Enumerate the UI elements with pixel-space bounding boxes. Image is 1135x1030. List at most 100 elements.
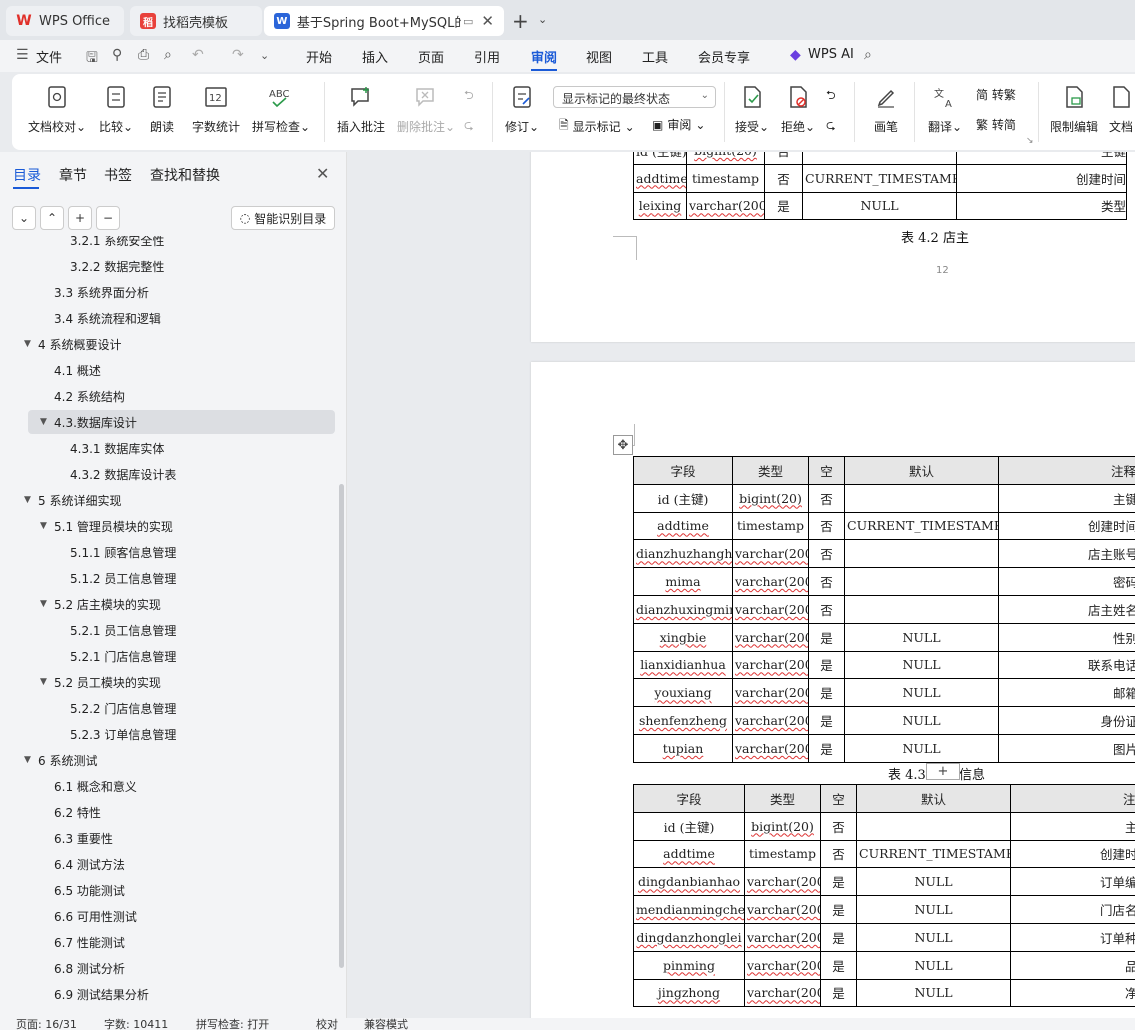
doc-rights-button[interactable]: 文档 <box>1106 84 1135 135</box>
tab-toc[interactable]: 目录 <box>13 165 41 185</box>
toc-item[interactable]: 6.1 概念和意义 <box>54 774 137 798</box>
toc-item[interactable]: 6.7 性能测试 <box>54 930 125 954</box>
toc-item[interactable]: 6.3 重要性 <box>54 826 113 850</box>
expand-arrow-icon[interactable]: ▼ <box>24 495 38 505</box>
toc-item[interactable]: 4.3.1 数据库实体 <box>70 436 164 460</box>
doc-check-button[interactable]: 文档校对⌄ <box>28 84 86 135</box>
show-markup-button[interactable]: 🗎 显示标记 ⌄ <box>559 116 635 137</box>
toc-item[interactable]: 3.2.1 系统安全性 <box>70 236 164 252</box>
add-row-icon[interactable]: + <box>926 763 960 780</box>
document-canvas[interactable]: id (主键)bigint(20)否主键addtimetimestamp否CUR… <box>348 152 1135 1018</box>
tab-chapters[interactable]: 章节 <box>59 165 87 185</box>
read-aloud-button[interactable]: 朗读 <box>146 84 178 135</box>
toc-item[interactable]: ▼ 4 系统概要设计 <box>24 332 121 356</box>
toc-item[interactable]: 4.1 概述 <box>54 358 101 382</box>
word-count-indicator[interactable]: 字数: 10411 <box>104 1018 168 1030</box>
close-icon[interactable]: ✕ <box>316 164 329 183</box>
tab-bookmarks[interactable]: 书签 <box>104 165 132 185</box>
toc-item[interactable]: 3.2.2 数据完整性 <box>70 254 164 278</box>
expand-arrow-icon[interactable]: ▼ <box>24 339 38 349</box>
next-change-icon[interactable]: ⮎ <box>826 116 836 137</box>
toc-item[interactable]: 5.2.3 订单信息管理 <box>70 722 176 746</box>
menu-review[interactable]: 审阅 <box>531 47 557 66</box>
monitor-icon[interactable]: ▭ <box>463 15 473 28</box>
expand-arrow-icon[interactable]: ▼ <box>40 417 54 427</box>
tab-find-replace[interactable]: 查找和替换 <box>150 165 220 185</box>
menu-file[interactable]: 文件 <box>36 47 62 66</box>
tab-document[interactable]: W 基于Spring Boot+MySQL的 ▭ ✕ <box>264 6 504 36</box>
menu-vip[interactable]: 会员专享 <box>698 47 750 66</box>
next-comment-icon[interactable]: ⮎ <box>464 116 474 137</box>
toc-item[interactable]: 3.4 系统流程和逻辑 <box>54 306 161 330</box>
review-pane-button[interactable]: ▣ 审阅 ⌄ <box>652 116 705 133</box>
redo-icon[interactable]: ↷ <box>232 47 244 63</box>
compare-button[interactable]: 比较⌄ <box>96 84 136 135</box>
insert-comment-button[interactable]: 插入批注 <box>334 84 388 135</box>
to-simplified-button[interactable]: 繁 转简 <box>976 116 1016 133</box>
menu-view[interactable]: 视图 <box>586 47 612 66</box>
translate-button[interactable]: 文A 翻译⌄ <box>922 84 968 135</box>
toc-item[interactable]: 5.2.1 门店信息管理 <box>70 644 176 668</box>
prev-change-icon[interactable]: ⮌ <box>826 86 836 107</box>
hamburger-icon[interactable]: ☰ <box>16 47 29 63</box>
spell-check-status[interactable]: 拼写检查: 打开 <box>196 1018 269 1030</box>
add-heading-icon[interactable]: + <box>68 206 92 230</box>
markup-mode-select[interactable]: 显示标记的最终状态 ⌄ <box>553 86 716 108</box>
restrict-edit-button[interactable]: 限制编辑 <box>1046 84 1102 135</box>
chevron-down-icon[interactable]: ⌄ <box>260 49 269 62</box>
toc-item[interactable]: 5.2.2 门店信息管理 <box>70 696 176 720</box>
toc-item[interactable]: 6.4 测试方法 <box>54 852 125 876</box>
word-count-button[interactable]: 12 字数统计 <box>188 84 244 135</box>
toc-item[interactable]: ▼ 6 系统测试 <box>24 748 97 772</box>
toc-item[interactable]: 6.8 测试分析 <box>54 956 125 980</box>
menu-wps-ai[interactable]: WPS AI <box>808 47 854 62</box>
undo-icon[interactable]: ↶ <box>192 47 204 63</box>
toc-item[interactable]: 4.2 系统结构 <box>54 384 125 408</box>
toc-item[interactable]: ▼ 5.2 店主模块的实现 <box>40 592 161 616</box>
toc-item[interactable]: 4.3.2 数据库设计表 <box>70 462 176 486</box>
toc-item[interactable]: ▼ 5.1 管理员模块的实现 <box>40 514 173 538</box>
toc-item[interactable]: 5.2.1 员工信息管理 <box>70 618 176 642</box>
pen-button[interactable]: 画笔 <box>868 84 904 135</box>
menu-home[interactable]: 开始 <box>306 47 332 66</box>
menu-insert[interactable]: 插入 <box>362 47 388 66</box>
toc-item[interactable]: 5.1.1 顾客信息管理 <box>70 540 176 564</box>
proofread-status[interactable]: 校对 <box>316 1018 338 1030</box>
to-traditional-button[interactable]: 简 转繁 <box>976 86 1016 103</box>
menu-page[interactable]: 页面 <box>418 47 444 66</box>
expand-arrow-icon[interactable]: ▼ <box>40 521 54 531</box>
toc-item[interactable]: 3.3 系统界面分析 <box>54 280 149 304</box>
expand-arrow-icon[interactable]: ▼ <box>24 755 38 765</box>
reject-button[interactable]: 拒绝⌄ <box>778 84 818 135</box>
collapse-down-icon[interactable]: ⌄ <box>12 206 36 230</box>
smart-toc-button[interactable]: ◌ 智能识别目录 <box>231 206 335 230</box>
spell-check-button[interactable]: ABC 拼写检查⌄ <box>250 84 312 135</box>
toc-item[interactable]: ▼ 5 系统详细实现 <box>24 488 121 512</box>
remove-heading-icon[interactable]: − <box>96 206 120 230</box>
new-tab-icon[interactable]: + <box>512 9 529 33</box>
wps-ai-icon[interactable]: ◆ <box>790 47 801 63</box>
sidebar-scrollbar[interactable] <box>339 484 344 968</box>
toc-item[interactable]: 6.5 功能测试 <box>54 878 125 902</box>
table-move-handle-icon[interactable]: ✥ <box>613 435 633 455</box>
revise-button[interactable]: 修订⌄ <box>502 84 542 135</box>
print-preview-icon[interactable]: ⌕ <box>164 47 172 63</box>
toc-item[interactable]: ▼ 4.3.数据库设计 <box>28 410 335 434</box>
print-icon[interactable]: ⎙ <box>138 47 149 63</box>
expand-arrow-icon[interactable]: ▼ <box>40 677 54 687</box>
menu-tools[interactable]: 工具 <box>642 47 668 66</box>
expand-arrow-icon[interactable]: ▼ <box>40 599 54 609</box>
search-icon[interactable]: ⌕ <box>864 47 872 63</box>
tab-daoke-templates[interactable]: 稻 找稻壳模板 <box>130 6 262 36</box>
toc-item[interactable]: 5.1.2 员工信息管理 <box>70 566 176 590</box>
save-icon[interactable]: 🖫 <box>86 47 98 71</box>
toc-item[interactable]: ▼ 5.2 员工模块的实现 <box>40 670 161 694</box>
collapse-up-icon[interactable]: ⌃ <box>40 206 64 230</box>
menu-reference[interactable]: 引用 <box>474 47 500 66</box>
page-indicator[interactable]: 页面: 16/31 <box>16 1018 77 1030</box>
toc-item[interactable]: 6.6 可用性测试 <box>54 904 137 928</box>
share-icon[interactable]: ⚲ <box>112 47 122 63</box>
delete-comment-button[interactable]: 删除批注⌄ <box>394 84 458 135</box>
tab-wps-office[interactable]: W WPS Office <box>6 6 124 36</box>
chevron-down-icon[interactable]: ⌄ <box>538 13 547 26</box>
